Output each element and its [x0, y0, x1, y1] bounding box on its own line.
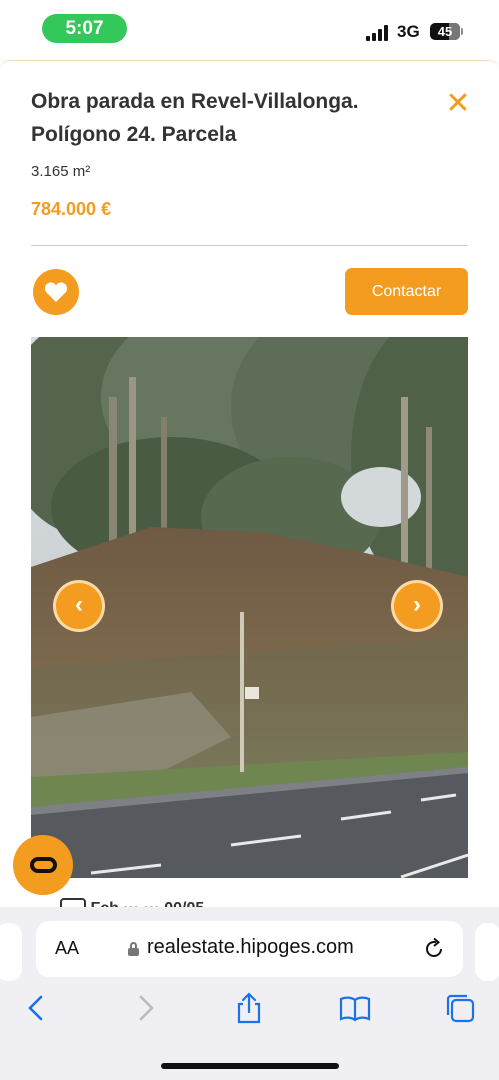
next-tab-peek[interactable] — [475, 923, 499, 981]
chevron-left-icon[interactable]: ‹ — [53, 580, 105, 632]
contact-button[interactable]: Contactar — [345, 268, 468, 315]
chat-button[interactable] — [13, 835, 73, 895]
listing-area: 3.165 m² — [31, 163, 91, 180]
url-text[interactable]: realestate.hipoges.com — [147, 936, 354, 959]
back-icon[interactable] — [20, 991, 54, 1025]
browser-toolbar: AA realestate.hipoges.com — [0, 907, 499, 1080]
forward-icon[interactable] — [128, 991, 162, 1025]
battery-level: 45 — [437, 24, 453, 39]
status-time: 5:07 — [42, 14, 127, 43]
signal-icon — [366, 24, 390, 41]
reader-settings-button[interactable]: AA — [55, 938, 79, 959]
status-bar: 5:07 3G 45 — [0, 0, 499, 60]
divider — [31, 245, 468, 246]
favorite-button[interactable] — [33, 269, 79, 315]
close-icon[interactable]: ✕ — [445, 89, 471, 119]
battery-tip — [461, 28, 463, 35]
heart-icon — [44, 282, 68, 302]
chat-icon — [30, 857, 57, 873]
chevron-right-icon[interactable]: › — [391, 580, 443, 632]
network-type: 3G — [397, 22, 420, 41]
share-icon[interactable] — [232, 991, 266, 1025]
reload-icon[interactable] — [422, 937, 446, 961]
tabs-icon[interactable] — [443, 991, 477, 1025]
lock-icon — [128, 942, 139, 956]
address-bar[interactable]: AA realestate.hipoges.com — [36, 921, 463, 977]
book-icon[interactable] — [338, 991, 372, 1025]
battery-icon: 45 — [430, 23, 460, 40]
listing-title: Obra parada en Revel-Villalonga. Polígon… — [31, 90, 359, 146]
previous-tab-peek[interactable] — [0, 923, 22, 981]
home-indicator — [161, 1063, 339, 1069]
listing-price: 784.000 € — [31, 199, 112, 219]
